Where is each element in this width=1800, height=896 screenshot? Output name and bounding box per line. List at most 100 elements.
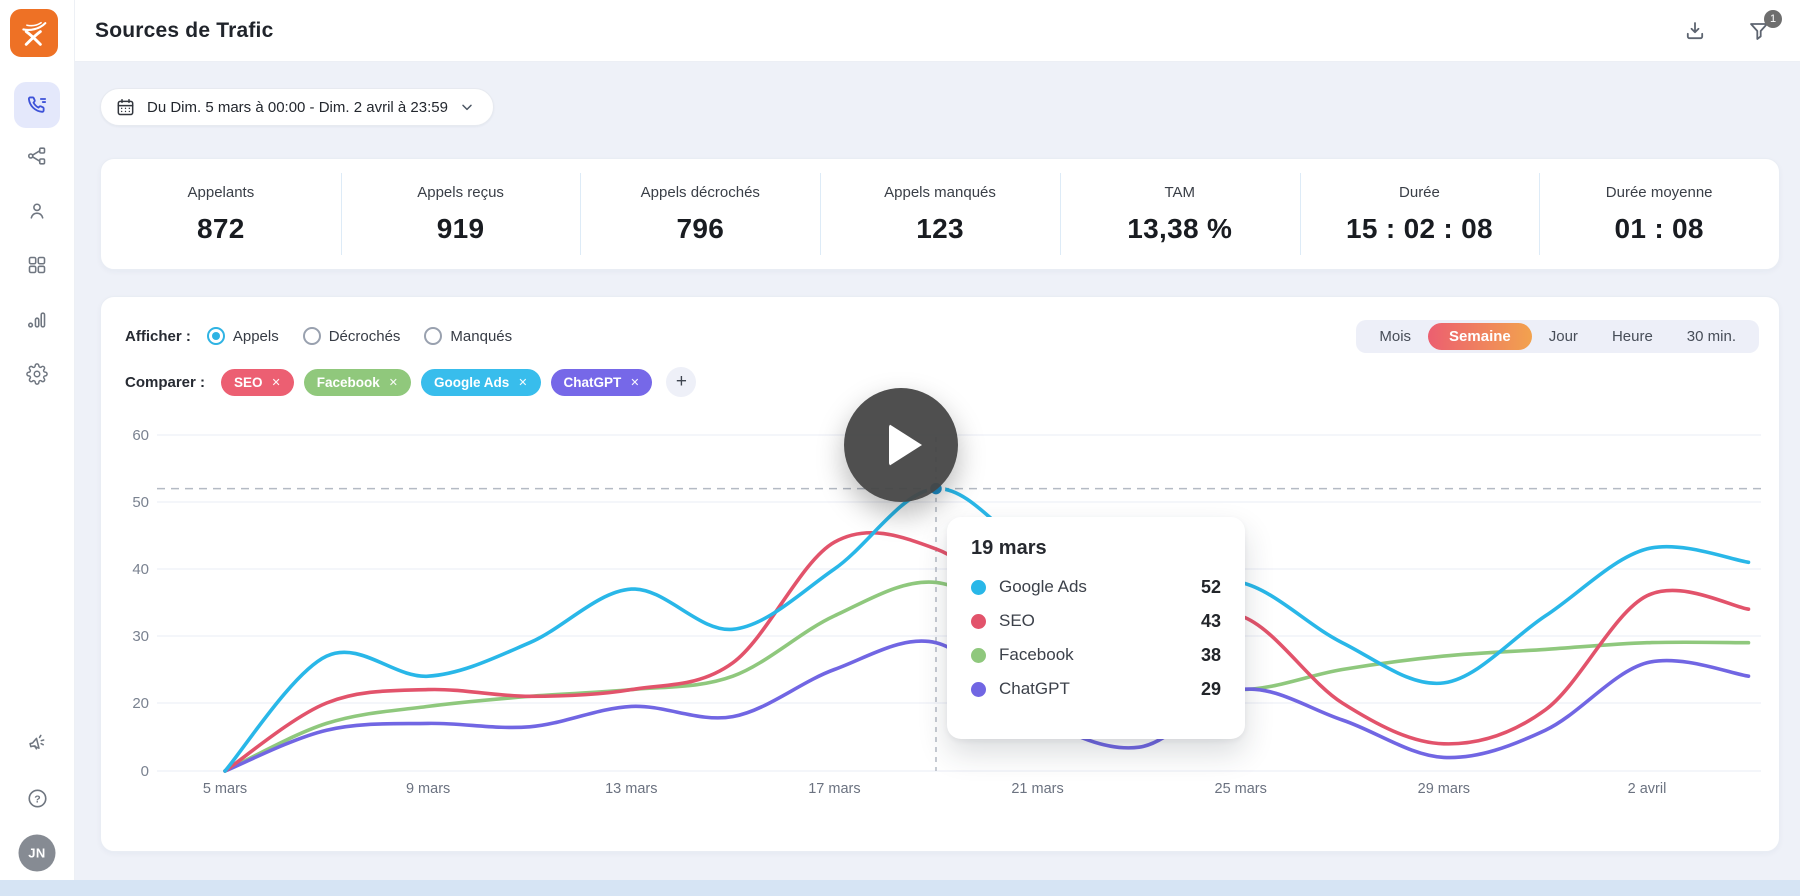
close-icon[interactable]: ✕: [272, 376, 281, 389]
stat-value: 13,38 %: [1127, 212, 1233, 244]
comparison-tag-google-ads[interactable]: Google Ads ✕: [421, 368, 541, 396]
radio-group: Appels Décrochés Manqués: [206, 327, 512, 345]
stat-value: 123: [916, 212, 964, 244]
radio-option-appels[interactable]: Appels: [206, 327, 279, 345]
filter-button[interactable]: 1: [1742, 9, 1782, 48]
comparison-tag-chatgpt[interactable]: ChatGPT ✕: [550, 368, 653, 396]
user-icon: [26, 200, 48, 222]
tag-label: SEO: [234, 374, 263, 390]
chart-card: 0 20 30 40 50 60 5 mars 9 mars 13 mars 17 mars 21 …: [100, 296, 1780, 852]
sidebar-item-apps[interactable]: [14, 242, 60, 288]
date-range-picker[interactable]: Du Dim. 5 mars à 00:00 - Dim. 2 avril à …: [100, 88, 494, 126]
radio-option-manqués[interactable]: Manqués: [424, 327, 512, 345]
stats-card: Appelants 872 Appels reçus 919 Appels décroc…: [100, 158, 1780, 270]
download-icon: [1683, 19, 1707, 43]
header: Sources de Trafic 1: [75, 0, 1800, 62]
stat-cell: Appels reçus 919: [340, 159, 581, 269]
svg-text:5 mars: 5 mars: [203, 781, 247, 797]
tags-wrap: SEO ✕ Facebook ✕ Google Ads ✕ ChatGPT ✕: [221, 368, 662, 396]
tooltip-series-value: 38: [1200, 644, 1221, 665]
user-avatar[interactable]: JN: [18, 834, 56, 872]
tooltip-series-name: SEO: [999, 611, 1035, 630]
tooltip-series-value: 52: [1200, 576, 1221, 597]
sidebar-item-contacts[interactable]: [14, 188, 60, 234]
chevron-down-icon: [459, 99, 475, 115]
main-content: Du Dim. 5 mars à 00:00 - Dim. 2 avril à …: [75, 62, 1800, 896]
tab-mois[interactable]: Mois: [1362, 324, 1428, 349]
close-icon[interactable]: ✕: [518, 376, 527, 389]
svg-text:30: 30: [132, 628, 149, 645]
filter-count-badge: 1: [1764, 9, 1782, 28]
stat-cell: Appelants 872: [101, 159, 341, 269]
plus-icon: +: [675, 371, 688, 392]
svg-text:40: 40: [132, 561, 149, 578]
tooltip-date: 19 mars: [971, 537, 1047, 559]
stat-value: 15 : 02 : 08: [1346, 212, 1493, 244]
add-comparison-button[interactable]: +: [666, 367, 697, 397]
tag-label: ChatGPT: [563, 374, 622, 390]
avatar-initials: JN: [28, 845, 46, 861]
afficher-label: Afficher :: [125, 327, 191, 345]
tooltip-series-name: Facebook: [999, 645, 1074, 664]
stat-label: TAM: [1164, 183, 1196, 201]
svg-text:25 mars: 25 mars: [1215, 781, 1267, 797]
radio-label: Appels: [232, 327, 279, 345]
svg-text:20: 20: [132, 695, 149, 712]
share-nodes-icon: [26, 145, 48, 167]
video-play-button[interactable]: [844, 388, 958, 502]
close-icon[interactable]: ✕: [630, 376, 639, 389]
radio-icon: [424, 327, 443, 345]
page-title: Sources de Trafic: [95, 18, 274, 42]
stat-cell: Durée 15 : 02 : 08: [1299, 159, 1540, 269]
sidebar-item-settings[interactable]: [14, 351, 60, 397]
stat-label: Appels manqués: [884, 183, 996, 201]
tab-30-min-[interactable]: 30 min.: [1670, 324, 1753, 349]
help-circle-icon: ?: [26, 787, 49, 810]
close-icon[interactable]: ✕: [389, 376, 398, 389]
radio-label: Décrochés: [328, 327, 401, 345]
stat-label: Durée: [1399, 183, 1440, 201]
sidebar-item-routing[interactable]: [14, 133, 60, 179]
chart-tooltip: 19 mars Google Ads 52 SEO 43 Facebook 38 ChatG…: [947, 517, 1245, 739]
series-color-dot: [971, 647, 986, 663]
svg-text:0: 0: [141, 763, 149, 780]
logo-x-icon: [17, 16, 51, 50]
svg-text:9 mars: 9 mars: [406, 781, 450, 797]
tab-jour[interactable]: Jour: [1532, 324, 1595, 349]
stat-cell: Appels manqués 123: [820, 159, 1060, 269]
tab-heure[interactable]: Heure: [1595, 324, 1670, 349]
bar-chart-icon: [26, 309, 48, 331]
radio-label: Manqués: [450, 327, 513, 345]
tooltip-rows: Google Ads 52 SEO 43 Facebook 38 ChatGPT 29: [971, 570, 1221, 706]
radio-option-décrochés[interactable]: Décrochés: [302, 327, 401, 345]
bottom-strip: [0, 880, 1800, 896]
compare-row: Comparer : SEO ✕ Facebook ✕ Google Ads ✕ ChatG…: [125, 367, 697, 397]
sidebar-item-calls[interactable]: [14, 82, 60, 128]
comparison-tag-seo[interactable]: SEO ✕: [221, 368, 294, 396]
grid-icon: [26, 254, 48, 276]
tooltip-series-value: 29: [1200, 678, 1221, 699]
tab-semaine[interactable]: Semaine: [1428, 322, 1532, 350]
chart-controls-row: Afficher : Appels Décrochés Manqués Mois Se…: [125, 319, 1759, 353]
period-tabs: Mois Semaine Jour Heure 30 min.: [1356, 319, 1759, 353]
svg-text:?: ?: [34, 793, 40, 805]
tooltip-row: Facebook 38: [971, 638, 1221, 672]
svg-text:13 mars: 13 mars: [605, 781, 657, 797]
svg-text:50: 50: [132, 494, 149, 511]
stat-value: 872: [197, 212, 245, 244]
series-color-dot: [971, 613, 986, 629]
stat-label: Appelants: [187, 183, 255, 201]
app-logo[interactable]: [10, 9, 58, 57]
sidebar-item-help[interactable]: ?: [14, 775, 60, 821]
stat-value: 796: [676, 212, 725, 244]
comparison-tag-facebook[interactable]: Facebook ✕: [303, 368, 412, 396]
download-button[interactable]: [1678, 14, 1712, 48]
svg-text:21 mars: 21 mars: [1011, 781, 1063, 797]
sidebar: ? JN: [0, 0, 75, 896]
sidebar-item-announcements[interactable]: [14, 720, 60, 766]
sidebar-item-analytics[interactable]: [14, 297, 60, 343]
stat-value: 919: [436, 212, 485, 244]
svg-text:17 mars: 17 mars: [808, 781, 860, 797]
tooltip-series-value: 43: [1200, 610, 1221, 631]
calendar-icon: [115, 97, 136, 118]
